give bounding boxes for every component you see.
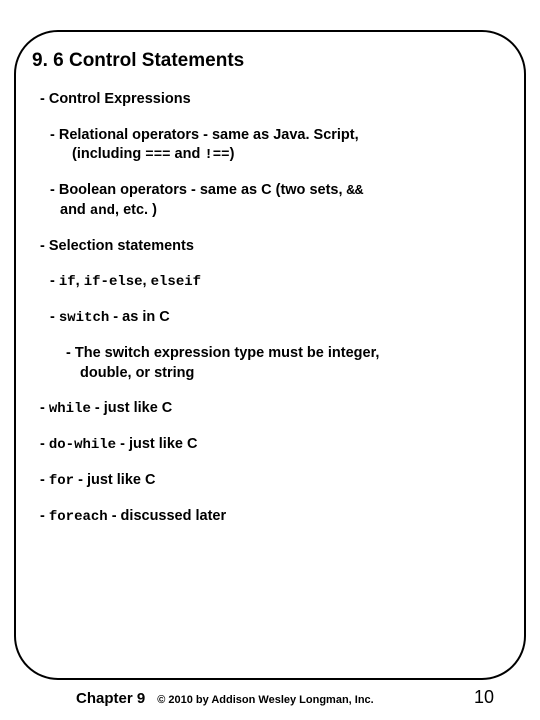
code-neqeq: !==	[204, 147, 229, 163]
text: - The switch expression type must be int…	[66, 345, 379, 361]
dash: -	[50, 273, 59, 289]
bullet-foreach: - foreach - discussed later	[40, 507, 504, 527]
dash: -	[40, 472, 49, 488]
text: and	[171, 146, 205, 162]
code-dowhile: do-while	[49, 437, 116, 453]
text: double, or string	[80, 365, 194, 381]
text: , etc. )	[115, 202, 157, 218]
heading-control-expressions: - Control Expressions	[40, 90, 504, 110]
code-elseif: elseif	[151, 274, 201, 290]
chapter-label: Chapter 9	[76, 690, 145, 707]
sep: ,	[143, 273, 151, 289]
code-while: while	[49, 401, 91, 417]
bullet-dowhile: - do-while - just like C	[40, 435, 504, 455]
bullet-switch-note: - The switch expression type must be int…	[36, 344, 504, 383]
footer: Chapter 9 © 2010 by Addison Wesley Longm…	[0, 687, 540, 708]
bullet-boolean: - Boolean operators - same as C (two set…	[36, 181, 504, 221]
bullet-for: - for - just like C	[40, 471, 504, 491]
bullet-switch: - switch - as in C	[50, 308, 504, 328]
text: - Boolean operators - same as C (two set…	[50, 182, 347, 198]
copyright: © 2010 by Addison Wesley Longman, Inc.	[157, 694, 374, 706]
code-for: for	[49, 473, 74, 489]
code-andand: &&	[347, 183, 364, 199]
text: - discussed later	[108, 508, 226, 524]
dash: -	[40, 508, 49, 524]
heading-selection: - Selection statements	[40, 237, 504, 257]
sep: ,	[76, 273, 84, 289]
text: )	[230, 146, 235, 162]
code-and-word: and	[90, 203, 115, 219]
page-number: 10	[474, 687, 494, 708]
code-foreach: foreach	[49, 509, 108, 525]
code-switch: switch	[59, 310, 109, 326]
code-ifelse: if-else	[84, 274, 143, 290]
code-if: if	[59, 274, 76, 290]
bullet-while: - while - just like C	[40, 399, 504, 419]
text: and	[60, 202, 90, 218]
bullet-if: - if, if-else, elseif	[50, 272, 504, 292]
dash: -	[40, 400, 49, 416]
bullet-relational: - Relational operators - same as Java. S…	[36, 126, 504, 165]
dash: -	[40, 436, 49, 452]
text: - just like C	[116, 436, 197, 452]
text: - just like C	[91, 400, 172, 416]
text: (including	[72, 146, 145, 162]
code-eqeqeq: ===	[145, 147, 170, 163]
text: - Relational operators - same as Java. S…	[50, 127, 359, 143]
slide-title: 9. 6 Control Statements	[32, 50, 504, 72]
text: - just like C	[74, 472, 155, 488]
text: - as in C	[109, 309, 169, 325]
slide-frame: 9. 6 Control Statements - Control Expres…	[14, 30, 526, 680]
dash: -	[50, 309, 59, 325]
